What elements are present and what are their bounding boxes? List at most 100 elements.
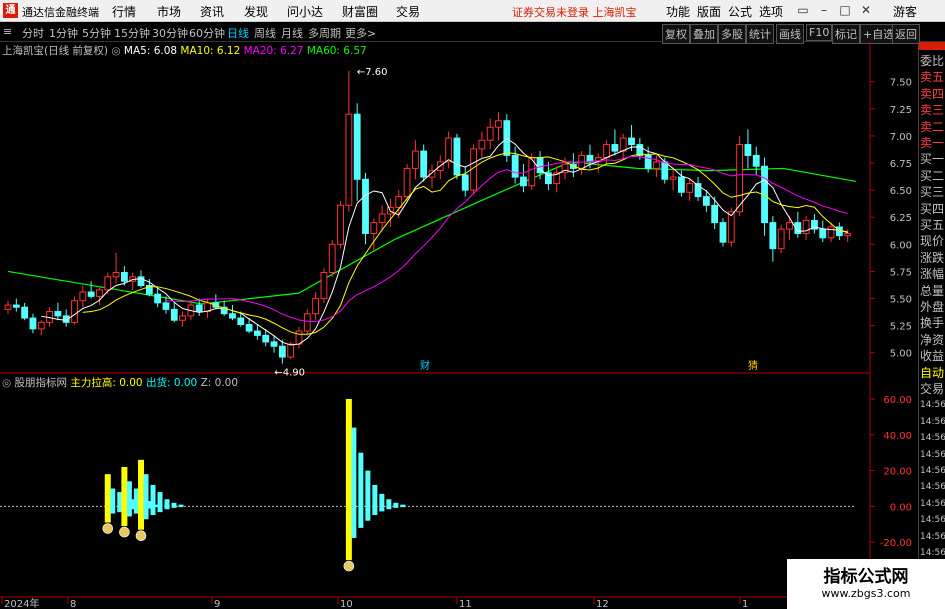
watermark-title: 指标公式网 (823, 567, 909, 587)
tab-15min[interactable]: 15分钟 (114, 25, 150, 41)
overlay-button[interactable]: 叠加 (690, 24, 718, 44)
candle-body (661, 161, 669, 180)
tab-monthly[interactable]: 月线 (281, 25, 303, 41)
mark-button[interactable]: 标记 (832, 24, 860, 44)
side-panel-item: 14:56 (920, 498, 945, 509)
menu-caifuquan[interactable]: 财富圈 (342, 3, 378, 20)
tab-daily[interactable]: 日线 (227, 25, 249, 41)
candle-body (669, 176, 677, 180)
menu-wenxiaoda[interactable]: 问小达 (287, 3, 323, 20)
side-panel-item: 外盘 (920, 300, 945, 314)
candle-body (520, 176, 527, 187)
side-panel-item: 总量 (920, 283, 945, 298)
price-tick-label: 7.00 (890, 132, 912, 143)
low-price-label: ←4.90 (274, 368, 305, 379)
tab-60min[interactable]: 60分钟 (189, 25, 225, 41)
candle-body (345, 113, 353, 206)
side-panel-item[interactable]: 自动 (920, 364, 944, 382)
f10-button[interactable]: F10 (806, 24, 833, 41)
tab-fenshi[interactable]: 分时 (22, 25, 44, 41)
side-panel-item: 买五 (920, 218, 945, 232)
candle-body (29, 317, 37, 330)
candles (4, 70, 852, 364)
menu-jiaoyi[interactable]: 交易 (396, 3, 420, 20)
indicator-yellow-bar-up (345, 398, 352, 507)
menu-bar: 通 通达信金融终端 行情 市场 资讯 发现 问小达 财富圈 交易 证券交易未登录… (0, 0, 945, 22)
menu-gongneng[interactable]: 功能 (666, 3, 690, 20)
menu-xuanxiang[interactable]: 选项 (759, 3, 783, 20)
tab-weekly[interactable]: 周线 (254, 25, 276, 41)
tab-more[interactable]: 更多> (345, 25, 376, 41)
login-notice[interactable]: 证券交易未登录 上海凯宝 (512, 4, 637, 20)
indicator-cyan-bar (150, 484, 156, 516)
indicator-cyan-bar (171, 502, 177, 508)
watermark-url: www.zbgs3.com (821, 587, 911, 600)
tab-5min[interactable]: 5分钟 (82, 25, 111, 41)
menu-zixun[interactable]: 资讯 (200, 3, 224, 20)
price-tick-label: 6.00 (890, 240, 912, 251)
tab-multi-period[interactable]: 多周期 (308, 25, 341, 41)
menu-banmian[interactable]: 版面 (697, 3, 721, 20)
ma-lines (41, 137, 848, 346)
candle-body (270, 341, 278, 347)
candle-body (362, 178, 369, 234)
price-tick-label: 6.25 (890, 213, 912, 224)
side-panel-item: 卖五 (920, 70, 945, 85)
candle-body (278, 345, 286, 358)
candle-body (653, 161, 660, 169)
draw-line-button[interactable]: 画线 (776, 24, 804, 44)
candle-body (337, 204, 344, 245)
settings-icon[interactable]: ◎ (111, 45, 120, 57)
indicator-settings-icon[interactable]: ◎ (2, 377, 11, 389)
side-panel-item[interactable]: 交易 (920, 380, 944, 398)
side-panel-item: 14:56 (920, 482, 945, 493)
candle-body (120, 272, 128, 282)
fuquan-button[interactable]: 复权 (662, 24, 690, 44)
candle-body (536, 157, 544, 174)
maximize-icon[interactable]: □ (836, 2, 854, 19)
guest-label[interactable]: 游客 (893, 3, 917, 20)
candle-body (245, 324, 253, 332)
date-label: 10 (340, 599, 353, 609)
window-menu-icon[interactable]: ▭ (794, 2, 812, 19)
menu-hangqing[interactable]: 行情 (112, 3, 136, 20)
indicator-name[interactable]: 股朋指标网 (15, 377, 68, 389)
indicator-tick-label: 60.00 (883, 395, 912, 406)
candle-body (611, 144, 619, 152)
stock-name[interactable]: 上海凯宝 (2, 45, 44, 57)
minimize-icon[interactable]: – (815, 2, 833, 19)
tab-1min[interactable]: 1分钟 (49, 25, 78, 41)
price-tick-label: 7.25 (890, 105, 912, 116)
date-label: 8 (70, 599, 76, 609)
candle-body (370, 222, 378, 234)
indicator-cyan-bar (372, 484, 378, 516)
guess-event-label: 猜 (748, 359, 758, 372)
side-panel-item: 14:56 (920, 466, 945, 476)
tab-30min[interactable]: 30分钟 (152, 25, 188, 41)
candle-body (786, 222, 793, 230)
price-tick-label: 6.75 (890, 159, 912, 170)
multi-stock-button[interactable]: 多股 (718, 24, 746, 44)
candle-body (4, 304, 12, 310)
candle-body (195, 304, 203, 313)
menu-shichang[interactable]: 市场 (157, 3, 181, 20)
candle-body (461, 174, 469, 191)
kline-chart[interactable]: 7.50 7.25 7.00 6.75 6.50 6.25 6.00 5.75 5.50 5.25… (0, 42, 945, 609)
candle-body (254, 330, 261, 336)
date-label: 11 (459, 599, 472, 609)
menu-gongshi[interactable]: 公式 (728, 3, 752, 20)
indicator-cyan-bar (365, 470, 371, 521)
candle-body (711, 204, 719, 224)
chart-mode: (日线 前复权) (44, 45, 109, 57)
candle-body (162, 302, 170, 310)
side-panel-item: 买一 (920, 152, 945, 167)
candle-body (827, 226, 835, 239)
toolbar-menu-icon[interactable]: ≡ (3, 25, 12, 38)
back-button[interactable]: 返回 (892, 24, 920, 44)
date-label: 12 (596, 599, 609, 609)
menu-faxian[interactable]: 发现 (244, 3, 268, 20)
stats-button[interactable]: 统计 (746, 24, 774, 44)
high-price-label: ←7.60 (357, 67, 388, 78)
candle-body (287, 343, 295, 358)
close-icon[interactable]: ✕ (857, 2, 875, 19)
